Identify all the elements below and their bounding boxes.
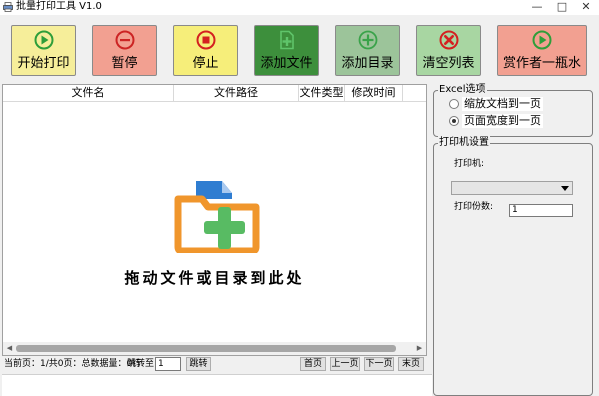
stop-circle-icon <box>196 30 215 50</box>
scrollbar-thumb[interactable] <box>16 345 396 352</box>
add-file-button[interactable]: 添加文件 <box>254 25 319 76</box>
minus-circle-icon <box>115 30 134 50</box>
clear-x-icon <box>439 30 458 50</box>
jump-button[interactable]: 跳转 <box>186 357 211 371</box>
add-folder-button[interactable]: 添加目录 <box>335 25 400 76</box>
printer-label: 打印机: <box>454 159 485 169</box>
chevron-down-icon[interactable] <box>561 186 569 191</box>
printer-select[interactable] <box>451 181 573 195</box>
radio-fit-doc-label: 缩放文档到一页 <box>462 97 543 111</box>
prev-page-button[interactable]: 上一页 <box>330 357 360 371</box>
printer-settings-group: 打印机设置 打印机: 打印份数: 1 <box>433 136 593 396</box>
add-file-label: 添加文件 <box>260 56 313 71</box>
donate-label: 赏作者一瓶水 <box>502 56 581 71</box>
add-folder-icon <box>358 30 377 50</box>
window-title: 批量打印工具 V1.0 <box>16 1 102 12</box>
pause-button[interactable]: 暂停 <box>92 25 157 76</box>
app-printer-icon <box>3 2 13 12</box>
scroll-right-icon[interactable]: ▶ <box>413 342 426 355</box>
stop-button[interactable]: 停止 <box>173 25 238 76</box>
copies-label: 打印份数: <box>454 202 494 212</box>
maximize-button[interactable]: □ <box>552 0 572 15</box>
add-file-icon <box>279 30 294 50</box>
title-bar: 批量打印工具 V1.0 — □ ✕ <box>0 0 599 15</box>
column-header-modified[interactable]: 修改时间 <box>345 85 403 102</box>
printer-settings-title: 打印机设置 <box>438 136 490 150</box>
page-status: 当前页：1/共0页：总数据量：0行 <box>4 359 142 369</box>
donate-button[interactable]: 赏作者一瓶水 <box>497 25 587 76</box>
last-page-button[interactable]: 末页 <box>398 357 424 371</box>
file-list-header: 文件名 文件路径 文件类型 修改时间 <box>3 85 426 102</box>
toolbar: 开始打印 暂停 停止 添加文件 添加目录 清空列表 赏作者一瓶水 <box>0 15 599 82</box>
drop-hint-text: 拖动文件或目录到此处 <box>124 269 305 287</box>
play-circle-icon <box>34 30 53 50</box>
scroll-left-icon[interactable]: ◀ <box>3 342 16 355</box>
close-button[interactable]: ✕ <box>576 0 596 15</box>
radio-fit-width-dot[interactable] <box>449 116 459 126</box>
pager-bar: 当前页：1/共0页：总数据量：0行 跳转至 1 跳转 首页 上一页 下一页 末页 <box>0 356 430 372</box>
first-page-button[interactable]: 首页 <box>300 357 326 371</box>
horizontal-scrollbar[interactable]: ◀ ▶ <box>3 342 426 355</box>
jump-page-input[interactable]: 1 <box>155 357 181 371</box>
start-print-button[interactable]: 开始打印 <box>11 25 76 76</box>
clear-list-label: 清空列表 <box>422 56 475 71</box>
column-header-filetype[interactable]: 文件类型 <box>299 85 345 102</box>
pause-label: 暂停 <box>111 56 138 71</box>
copies-input[interactable]: 1 <box>509 204 573 217</box>
drop-files-icon <box>174 181 260 253</box>
radio-fit-width-label: 页面宽度到一页 <box>462 114 543 128</box>
next-page-button[interactable]: 下一页 <box>364 357 394 371</box>
jump-to-label: 跳转至 <box>127 359 155 369</box>
excel-options-title: Excel选项 <box>438 83 487 97</box>
clear-list-button[interactable]: 清空列表 <box>416 25 481 76</box>
donate-play-icon <box>532 30 552 50</box>
column-header-filepath[interactable]: 文件路径 <box>174 85 299 102</box>
start-print-label: 开始打印 <box>17 56 70 71</box>
add-folder-label: 添加目录 <box>341 56 394 71</box>
log-area <box>2 374 432 396</box>
column-header-filename[interactable]: 文件名 <box>3 85 174 102</box>
minimize-button[interactable]: — <box>527 0 547 15</box>
radio-fit-doc-dot[interactable] <box>449 99 459 109</box>
excel-options-group: Excel选项 缩放文档到一页 页面宽度到一页 <box>433 83 593 137</box>
file-list-panel[interactable]: 文件名 文件路径 文件类型 修改时间 拖动文件或目录到此处 ◀ ▶ <box>2 84 427 356</box>
stop-label: 停止 <box>192 56 219 71</box>
